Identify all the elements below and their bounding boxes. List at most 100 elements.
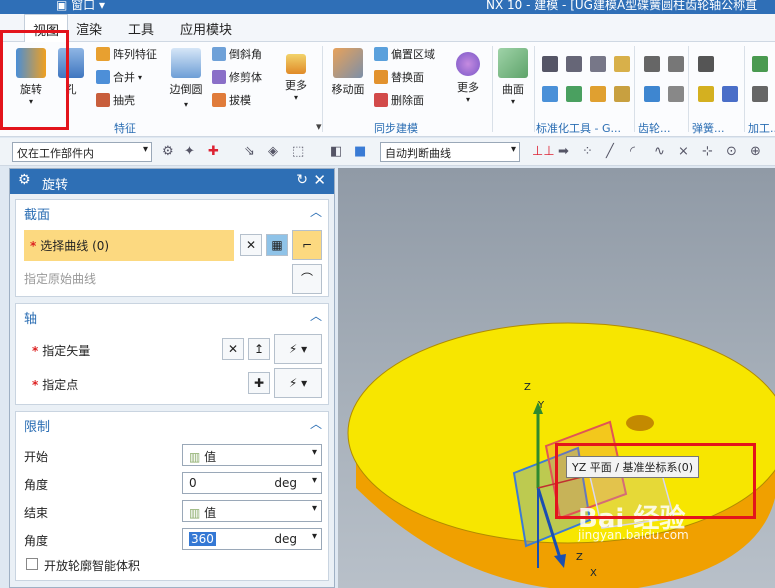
vector-dialog-button[interactable]: ↥ [248,338,270,360]
feature-more-button[interactable]: 更多 ▾ [280,48,312,102]
curve-rule-select[interactable]: 自动判断曲线 ▾ [380,142,520,162]
curve-filter-button[interactable]: ✕ [240,234,262,256]
offset-region-button[interactable]: 偏置区域 [374,46,435,62]
center-point-icon[interactable]: ⊙ [726,144,737,159]
draft-button[interactable]: 拔模 [212,92,251,108]
reverse-direction-button[interactable]: ✕ [222,338,244,360]
pattern-feature-button[interactable]: 阵列特征 [96,46,157,62]
edge-blend-button[interactable]: 边倒圆 ▾ [166,48,206,110]
end-mode-dropdown[interactable]: ▥ 值 ▾ [182,500,322,522]
quick-access-window-menu[interactable]: ▣ 窗口 ▾ [56,0,105,13]
process-group-label[interactable]: 加工... [748,120,775,136]
select-curve-row[interactable]: * 选择曲线 (0) [24,230,234,261]
menu-tools[interactable]: 工具 [128,19,154,38]
collapse-icon[interactable]: ︿ [310,415,322,432]
select-face-icon[interactable]: ◈ [268,144,278,159]
sync-more-button[interactable]: 更多 ▾ [452,48,484,104]
draw-section-button[interactable]: ⌐ [292,230,322,260]
replace-face-button[interactable]: 替换面 [374,69,424,85]
body-icon[interactable]: ■ [354,144,366,159]
process-tool-icon-1[interactable] [752,56,768,72]
std-tool-icon-6[interactable] [566,86,582,102]
line-icon[interactable]: ╱ [606,144,614,159]
start-angle-input[interactable]: 0 deg ▾ [182,472,322,494]
eraser-icon[interactable]: ◧ [330,144,342,159]
std-tool-icon-5[interactable] [542,86,558,102]
menu-render[interactable]: 渲染 [76,19,102,38]
vector-type-dropdown[interactable]: ⚡ ▾ [274,334,322,364]
gear-tool-icon-3[interactable] [644,86,660,102]
specify-vector-text: 指定矢量 [42,344,91,358]
surface-button[interactable]: 曲面 ▾ [496,48,530,106]
cursor-icon[interactable]: ⇘ [244,144,255,159]
gear-icon[interactable]: ⚙ [18,172,31,188]
point-type-dropdown[interactable]: ⚡ ▾ [274,368,322,398]
axis-y-label: Y [538,400,545,411]
gear-tool-icon-2[interactable] [668,56,684,72]
selection-toolbar: 仅在工作部件内 ▾ ⚙ ✦ ✚ ⇘ ◈ ⬚ ◧ ■ 自动判断曲线 ▾ ⊥⊥ ➡ … [0,138,775,166]
std-tool-icon-7[interactable] [590,86,606,102]
std-tool-icon-1[interactable] [542,56,558,72]
std-tool-icon-8[interactable] [614,86,630,102]
pattern-feature-label: 阵列特征 [113,48,157,61]
follow-fillet-icon[interactable]: ➡ [558,144,569,159]
chevron-down-icon[interactable]: ▾ [312,475,317,486]
selection-scope-select[interactable]: 仅在工作部件内 ▾ [12,142,152,162]
filter-icon[interactable]: ✦ [184,144,195,159]
limits-heading[interactable]: 限制 [24,416,50,435]
delete-face-button[interactable]: 删除面 [374,92,424,108]
open-profile-row[interactable]: 开放轮廓智能体积 [16,558,316,574]
chevron-down-icon[interactable]: ▾ [312,531,317,542]
revolve-dialog: ⚙ 旋转 ↻ ✕ 截面 ︿ * 选择曲线 (0) ✕ ▦ ⌐ 指定原始曲线 ⌒ 轴… [9,168,335,588]
edge-blend-icon [171,48,201,78]
reset-icon[interactable]: ↻ [296,172,308,188]
start-mode-dropdown[interactable]: ▥ 值 ▾ [182,444,322,466]
end-angle-input[interactable]: 360 deg ▾ [182,528,322,550]
unite-button[interactable]: 合并 ▾ [96,69,142,85]
std-tool-icon-3[interactable] [590,56,606,72]
arc-icon[interactable]: ◜ [630,144,635,159]
spring-tool-icon-2[interactable] [698,86,714,102]
close-icon[interactable]: ✕ [313,171,326,189]
ribbon-divider [744,46,745,132]
title-bar: ▣ 窗口 ▾ NX 10 - 建模 - [UG建模A型碟簧圆柱齿轮轴公称直 [0,0,775,14]
graphics-viewport[interactable]: Z Y Z X YZ 平面 / 基准坐标系(0) Bai 经验 jingyan.… [338,168,775,588]
unite-dropdown-icon[interactable]: ▾ [138,73,142,82]
std-tool-icon-4[interactable] [614,56,630,72]
open-profile-checkbox[interactable] [26,558,38,570]
gear-tool-icon-4[interactable] [668,86,684,102]
move-face-button[interactable]: 移动面 [328,48,368,97]
std-tool-icon-2[interactable] [566,56,582,72]
spline-icon[interactable]: ∿ [654,144,665,159]
select-point-icon[interactable]: ✚ [208,144,219,159]
gear-tool-icon-1[interactable] [644,56,660,72]
collapse-icon[interactable]: ︿ [310,203,322,220]
spring-group-label[interactable]: 弹簧... [692,120,725,136]
feature-curves-icon[interactable]: ⁘ [582,144,593,159]
stop-at-intersection-icon[interactable]: ⊥⊥ [532,144,555,159]
end-label: 结束 [24,506,49,520]
axis-heading[interactable]: 轴 [24,308,37,327]
point-dialog-button[interactable]: ✚ [248,372,270,394]
chamfer-button[interactable]: 倒斜角 [212,46,262,62]
spring-tool-icon-3[interactable] [722,86,738,102]
rectangle-select-icon[interactable]: ⬚ [292,144,304,159]
std-tools-group-label[interactable]: 标准化工具 - G... [536,120,621,136]
shell-button[interactable]: 抽壳 [96,92,135,108]
spring-tool-icon-1[interactable] [698,56,714,72]
chamfer-icon [212,47,226,61]
midpoint-icon[interactable]: ⊹ [702,144,713,159]
intersect-icon[interactable]: ⨯ [678,144,689,159]
gear-group-label[interactable]: 齿轮... [638,120,671,136]
feature-group-expand-icon[interactable]: ▾ [316,120,322,133]
origin-curve-button[interactable]: ⌒ [292,264,322,294]
section-heading[interactable]: 截面 [24,204,50,223]
collapse-icon[interactable]: ︿ [310,307,322,324]
edge-blend-dropdown-icon[interactable]: ▾ [184,100,188,109]
quadrant-icon[interactable]: ⊕ [750,144,761,159]
process-tool-icon-2[interactable] [752,86,768,102]
sketch-section-button[interactable]: ▦ [266,234,288,256]
trim-body-button[interactable]: 修剪体 [212,69,262,85]
menu-application[interactable]: 应用模块 [180,19,232,38]
snap-icon[interactable]: ⚙ [162,144,174,159]
